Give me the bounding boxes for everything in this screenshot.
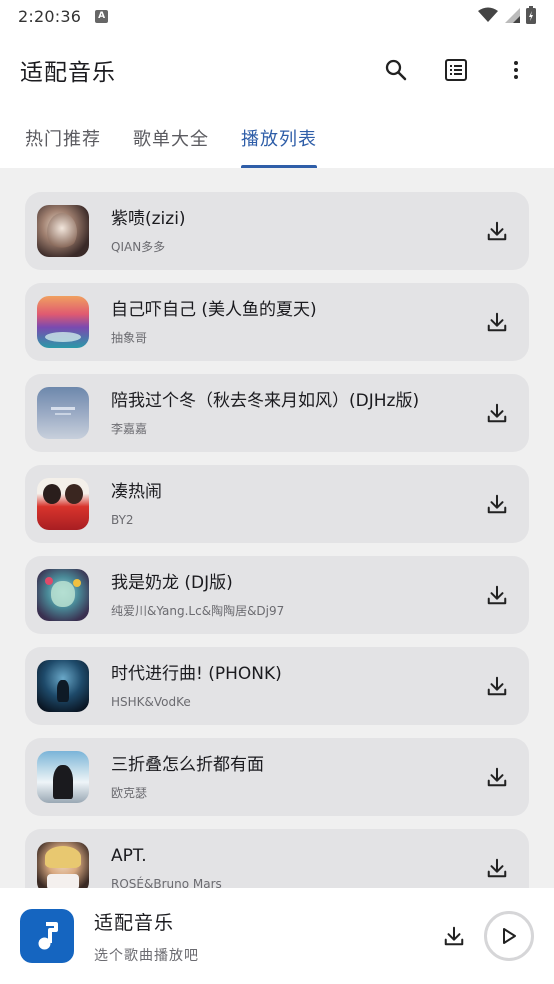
download-icon [487, 676, 507, 696]
player-download-button[interactable] [434, 916, 474, 956]
download-button[interactable] [477, 575, 517, 615]
song-artist: QIAN多多 [111, 240, 166, 254]
notification-a-icon: A [95, 9, 109, 23]
player-artwork [20, 909, 74, 963]
song-text: 我是奶龙 (DJ版) 纯爱川&Yang.Lc&陶陶居&Dj97 [111, 571, 477, 619]
search-icon [385, 59, 407, 81]
song-title: 自己吓自己 (美人鱼的夏天) [111, 300, 317, 320]
tab-playlists[interactable]: 歌单大全 [117, 108, 225, 168]
player-subtitle: 选个歌曲播放吧 [94, 947, 199, 964]
music-note-icon [38, 922, 58, 950]
song-title: 紫啧(zizi) [111, 209, 186, 229]
song-title: 凑热闹 [111, 482, 162, 502]
song-title: 陪我过个冬（秋去冬来月如风）(DJHz版) [111, 391, 420, 411]
app-actions [378, 52, 534, 88]
mini-player[interactable]: 适配音乐 选个歌曲播放吧 [0, 888, 554, 984]
song-text: 紫啧(zizi) QIAN多多 [111, 207, 477, 255]
song-artist: 纯爱川&Yang.Lc&陶陶居&Dj97 [111, 604, 285, 618]
player-title: 适配音乐 [94, 911, 175, 934]
search-button[interactable] [378, 52, 414, 88]
more-vert-icon [514, 61, 518, 79]
song-list[interactable]: 紫啧(zizi) QIAN多多 自己吓自己 (美人鱼的夏天) 抽象哥 陪我过个冬… [0, 168, 554, 888]
download-icon [487, 312, 507, 332]
download-icon [487, 494, 507, 514]
song-item[interactable]: 陪我过个冬（秋去冬来月如风）(DJHz版) 李嘉嘉 [25, 374, 529, 452]
song-text: APT. ROSÉ&Bruno Mars [111, 844, 477, 888]
song-cover [37, 205, 89, 257]
download-icon [444, 926, 464, 946]
download-icon [487, 221, 507, 241]
download-icon [487, 858, 507, 878]
song-cover [37, 478, 89, 530]
song-item[interactable]: 我是奶龙 (DJ版) 纯爱川&Yang.Lc&陶陶居&Dj97 [25, 556, 529, 634]
status-time: 2:20:36 [18, 6, 82, 26]
download-button[interactable] [477, 757, 517, 797]
tab-hot-recommend[interactable]: 热门推荐 [9, 108, 117, 168]
download-icon [487, 403, 507, 423]
tab-play-queue[interactable]: 播放列表 [225, 108, 333, 168]
play-button[interactable] [484, 911, 534, 961]
more-options-button[interactable] [498, 52, 534, 88]
song-item[interactable]: 三折叠怎么折都有面 欧克瑟 [25, 738, 529, 816]
song-artist: 抽象哥 [111, 331, 148, 345]
song-item[interactable]: 时代进行曲! (PHONK) HSHK&VodKe [25, 647, 529, 725]
download-button[interactable] [477, 302, 517, 342]
song-artist: HSHK&VodKe [111, 695, 191, 709]
download-button[interactable] [477, 666, 517, 706]
wifi-icon [478, 7, 498, 22]
song-text: 自己吓自己 (美人鱼的夏天) 抽象哥 [111, 298, 477, 346]
download-button[interactable] [477, 393, 517, 433]
download-button[interactable] [477, 211, 517, 251]
song-artist: 李嘉嘉 [111, 422, 148, 436]
song-text: 陪我过个冬（秋去冬来月如风）(DJHz版) 李嘉嘉 [111, 389, 477, 437]
song-title: 时代进行曲! (PHONK) [111, 664, 282, 684]
player-text: 适配音乐 选个歌曲播放吧 [94, 908, 434, 965]
list-view-button[interactable] [438, 52, 474, 88]
download-button[interactable] [477, 848, 517, 888]
song-item[interactable]: 紫啧(zizi) QIAN多多 [25, 192, 529, 270]
song-artist: BY2 [111, 513, 134, 527]
song-artist: 欧克瑟 [111, 786, 148, 800]
song-cover [37, 387, 89, 439]
song-item[interactable]: 自己吓自己 (美人鱼的夏天) 抽象哥 [25, 283, 529, 361]
status-icons [478, 6, 536, 24]
song-cover [37, 660, 89, 712]
song-title: 三折叠怎么折都有面 [111, 755, 264, 775]
play-icon [503, 928, 516, 944]
tab-bar: 热门推荐 歌单大全 播放列表 [0, 108, 554, 168]
download-button[interactable] [477, 484, 517, 524]
song-cover [37, 751, 89, 803]
song-text: 三折叠怎么折都有面 欧克瑟 [111, 753, 477, 801]
battery-icon [526, 6, 536, 24]
list-icon [445, 59, 467, 81]
song-text: 时代进行曲! (PHONK) HSHK&VodKe [111, 662, 477, 710]
song-item[interactable]: 凑热闹 BY2 [25, 465, 529, 543]
song-cover [37, 296, 89, 348]
song-item[interactable]: APT. ROSÉ&Bruno Mars [25, 829, 529, 888]
app-title: 适配音乐 [20, 60, 116, 86]
song-cover [37, 569, 89, 621]
song-text: 凑热闹 BY2 [111, 480, 477, 528]
song-title: 我是奶龙 (DJ版) [111, 573, 233, 593]
download-icon [487, 585, 507, 605]
song-cover [37, 842, 89, 888]
signal-icon [505, 8, 520, 23]
status-bar: 2:20:36 A [0, 0, 554, 32]
song-title: APT. [111, 846, 147, 866]
song-artist: ROSÉ&Bruno Mars [111, 877, 222, 888]
app-bar: 适配音乐 [0, 32, 554, 108]
download-icon [487, 767, 507, 787]
